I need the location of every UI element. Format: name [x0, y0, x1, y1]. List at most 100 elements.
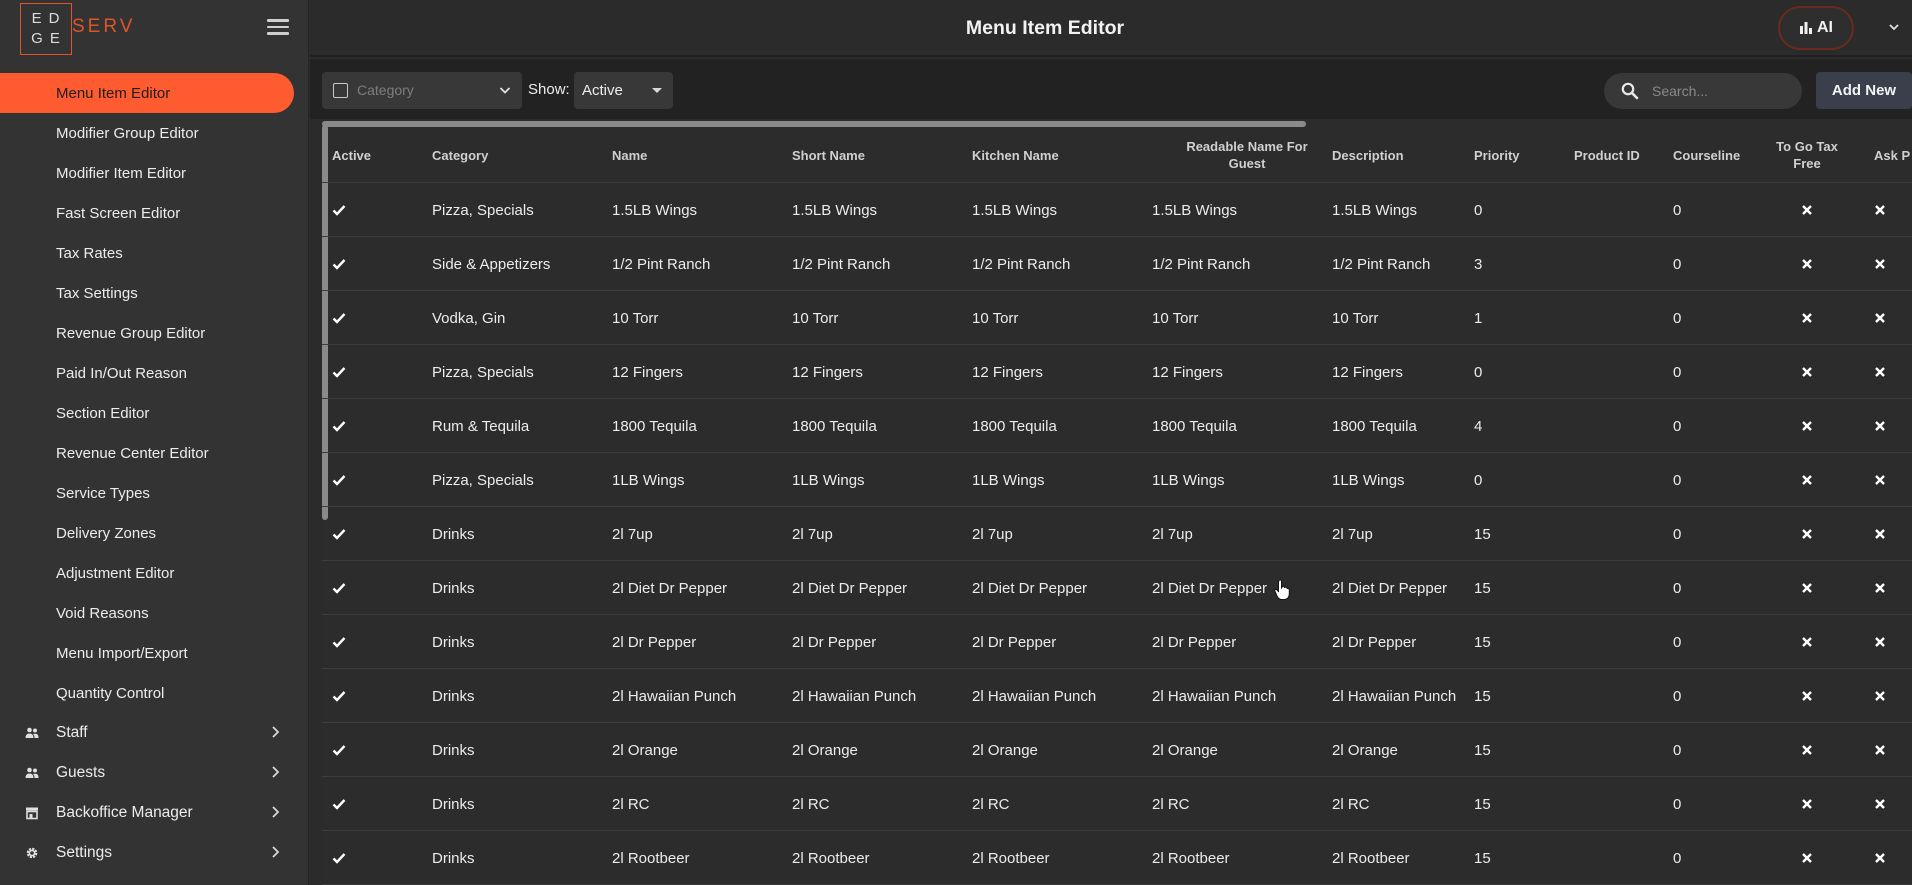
sidebar-item-modifier-group-editor[interactable]: Modifier Group Editor — [0, 113, 309, 153]
check-icon — [332, 205, 346, 216]
show-status-select[interactable]: Active — [574, 72, 673, 109]
header-courseline[interactable]: Courseline — [1673, 127, 1740, 183]
cell-kitchen-name: 1/2 Pint Ranch — [972, 255, 1071, 273]
header-product-id[interactable]: Product ID — [1574, 127, 1640, 183]
header-short-name[interactable]: Short Name — [792, 127, 865, 183]
table-row[interactable]: Drinks 2l Hawaiian Punch 2l Hawaiian Punch… — [322, 669, 1912, 723]
cell-kitchen-name: 2l RC — [972, 795, 1010, 813]
page-title: Menu Item Editor — [965, 17, 1125, 39]
header-name[interactable]: Name — [612, 127, 647, 183]
bar-chart-icon — [1800, 22, 1812, 34]
cell-kitchen-name: 10 Torr — [972, 309, 1019, 327]
cell-priority: 15 — [1474, 687, 1491, 705]
table-row[interactable]: Pizza, Specials 12 Fingers 12 Fingers 12 Fi… — [322, 345, 1912, 399]
x-icon — [1802, 421, 1812, 431]
menu-toggle-bar — [267, 19, 289, 22]
x-icon — [1802, 583, 1812, 593]
cell-active — [332, 561, 346, 615]
sidebar: ED GE SERV Menu Item Editor Modifier Gro… — [0, 0, 309, 885]
cell-description: 2l Orange — [1332, 741, 1398, 759]
sidebar-item-menu-item-editor[interactable]: Menu Item Editor — [0, 73, 294, 113]
sidebar-group-label: Staff — [56, 724, 88, 741]
cell-category: Drinks — [432, 687, 475, 705]
cell-courseline: 0 — [1673, 849, 1682, 867]
sidebar-group-staff[interactable]: Staff — [0, 713, 309, 753]
sidebar-item-paid-in-out-reason[interactable]: Paid In/Out Reason — [0, 353, 309, 393]
cell-category: Vodka, Gin — [432, 309, 506, 327]
table-row[interactable]: Side & Appetizers 1/2 Pint Ranch 1/2 Pint … — [322, 237, 1912, 291]
ai-button[interactable]: AI — [1778, 6, 1854, 50]
cell-priority: 0 — [1474, 471, 1483, 489]
header-to-go-tax-free[interactable]: To Go Tax Free — [1762, 127, 1852, 183]
header-active[interactable]: Active — [332, 127, 371, 183]
sidebar-item-menu-import-export[interactable]: Menu Import/Export — [0, 633, 309, 673]
header-ask-price[interactable]: Ask P — [1874, 127, 1910, 183]
sidebar-item-quantity-control[interactable]: Quantity Control — [0, 673, 309, 713]
sidebar-item-adjustment-editor[interactable]: Adjustment Editor — [0, 553, 309, 593]
table-row[interactable]: Pizza, Specials 1.5LB Wings 1.5LB Wings 1.5… — [322, 183, 1912, 237]
top-bar: Menu Item Editor AI — [310, 0, 1912, 57]
cell-to-go-tax-free — [1800, 561, 1814, 615]
header-readable-name[interactable]: Readable Name For Guest — [1142, 127, 1352, 183]
cell-to-go-tax-free — [1800, 669, 1814, 723]
add-new-button[interactable]: Add New — [1816, 72, 1912, 109]
table-row[interactable]: Drinks 2l Dr Pepper 2l Dr Pepper 2l Dr Pepp… — [322, 615, 1912, 669]
table-row[interactable]: Drinks 2l 7up 2l 7up 2l 7up 2l 7up 2l 7up 15 0 — [322, 507, 1912, 561]
header-priority[interactable]: Priority — [1474, 127, 1520, 183]
sidebar-item-modifier-item-editor[interactable]: Modifier Item Editor — [0, 153, 309, 193]
table-row[interactable]: Drinks 2l Rootbeer 2l Rootbeer 2l Rootbeer 2… — [322, 831, 1912, 885]
chevron-right-icon — [272, 766, 280, 778]
cell-kitchen-name: 12 Fingers — [972, 363, 1043, 381]
category-filter[interactable]: Category — [322, 72, 522, 109]
cell-name: 2l Hawaiian Punch — [612, 687, 737, 705]
table-row[interactable]: Vodka, Gin 10 Torr 10 Torr 10 Torr 10 Torr 10… — [322, 291, 1912, 345]
cell-category: Pizza, Specials — [432, 201, 534, 219]
cell-name: 1800 Tequila — [612, 417, 697, 435]
check-icon — [332, 853, 346, 864]
search-box[interactable] — [1604, 73, 1802, 109]
table-row[interactable]: Drinks 2l Diet Dr Pepper 2l Diet Dr Pepper… — [322, 561, 1912, 615]
cell-priority: 15 — [1474, 525, 1491, 543]
header-description[interactable]: Description — [1332, 127, 1404, 183]
chevron-down-icon[interactable] — [1888, 22, 1900, 32]
sidebar-item-service-types[interactable]: Service Types — [0, 473, 309, 513]
cell-courseline: 0 — [1673, 525, 1682, 543]
cell-priority: 15 — [1474, 849, 1491, 867]
table-row[interactable]: Drinks 2l Orange 2l Orange 2l Orange 2l Oran… — [322, 723, 1912, 777]
cell-ask-price — [1873, 561, 1887, 615]
cell-readable-name: 2l Diet Dr Pepper — [1152, 579, 1268, 597]
sidebar-item-delivery-zones[interactable]: Delivery Zones — [0, 513, 309, 553]
cell-readable-name: 2l Hawaiian Punch — [1152, 687, 1277, 705]
x-icon — [1875, 421, 1885, 431]
sidebar-group-settings[interactable]: Settings — [0, 833, 309, 873]
sidebar-item-tax-rates[interactable]: Tax Rates — [0, 233, 309, 273]
cell-category: Drinks — [432, 633, 475, 651]
sidebar-group-guests[interactable]: Guests — [0, 753, 309, 793]
sidebar-item-revenue-center-editor[interactable]: Revenue Center Editor — [0, 433, 309, 473]
app: ED GE SERV Menu Item Editor Modifier Gro… — [0, 0, 1912, 885]
header-kitchen-name[interactable]: Kitchen Name — [972, 127, 1059, 183]
sidebar-item-revenue-group-editor[interactable]: Revenue Group Editor — [0, 313, 309, 353]
cell-to-go-tax-free — [1800, 345, 1814, 399]
sidebar-group-backoffice-manager[interactable]: Backoffice Manager — [0, 793, 309, 833]
table-row[interactable]: Drinks 2l RC 2l RC 2l RC 2l RC 2l RC 15 0 — [322, 777, 1912, 831]
table-row[interactable]: Pizza, Specials 1LB Wings 1LB Wings 1LB Win… — [322, 453, 1912, 507]
menu-toggle-icon[interactable] — [267, 19, 289, 37]
x-icon — [1875, 637, 1885, 647]
search-icon — [1621, 82, 1639, 100]
category-checkbox[interactable] — [333, 83, 348, 98]
header-category[interactable]: Category — [432, 127, 488, 183]
sidebar-item-void-reasons[interactable]: Void Reasons — [0, 593, 309, 633]
sidebar-item-section-editor[interactable]: Section Editor — [0, 393, 309, 433]
cell-priority: 0 — [1474, 201, 1483, 219]
sidebar-item-tax-settings[interactable]: Tax Settings — [0, 273, 309, 313]
search-input[interactable] — [1652, 81, 1792, 101]
table-row[interactable]: Rum & Tequila 1800 Tequila 1800 Tequila 180… — [322, 399, 1912, 453]
cell-name: 2l Orange — [612, 741, 678, 759]
x-icon — [1875, 205, 1885, 215]
header-readable-line-2: Guest — [1228, 156, 1266, 171]
cell-short-name: 10 Torr — [792, 309, 839, 327]
sidebar-item-fast-screen-editor[interactable]: Fast Screen Editor — [0, 193, 309, 233]
cell-readable-name: 10 Torr — [1152, 309, 1199, 327]
show-label: Show: — [528, 81, 570, 98]
